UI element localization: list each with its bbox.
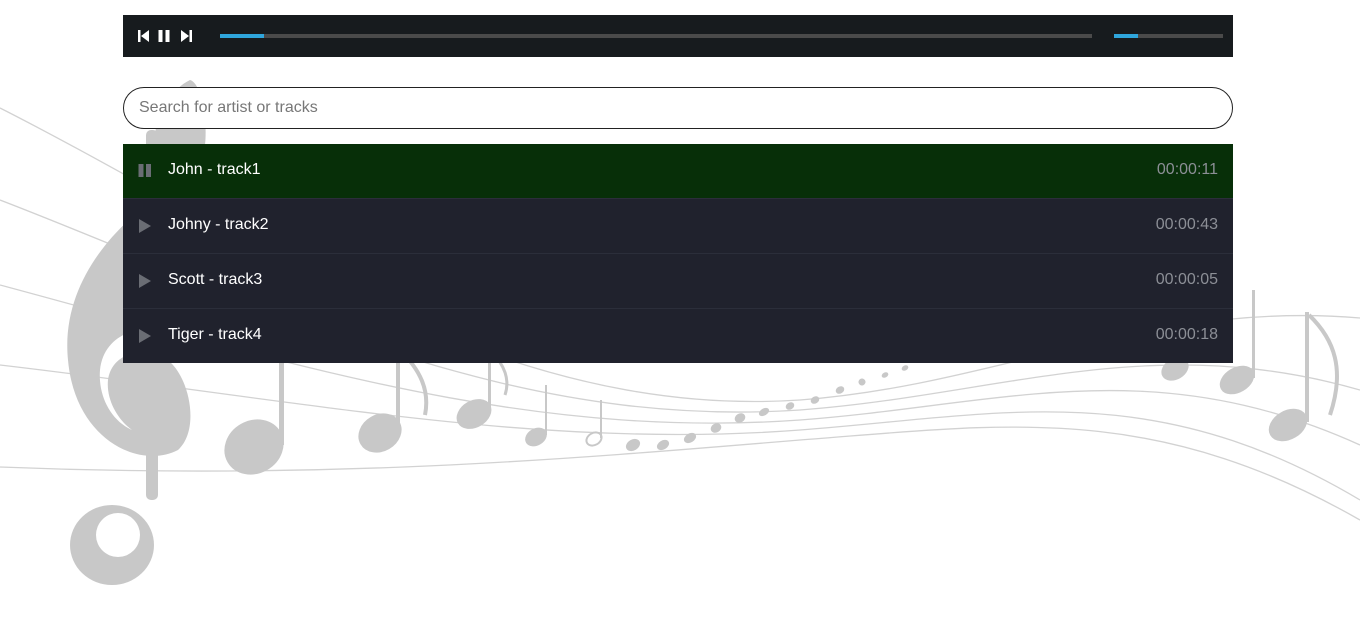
- skip-next-icon: [181, 30, 192, 42]
- track-title: John - track1: [168, 161, 261, 178]
- track-duration: 00:00:11: [1156, 161, 1218, 178]
- play-icon[interactable]: [137, 273, 153, 289]
- track-row[interactable]: Johny - track2 00:00:43: [123, 199, 1233, 254]
- pause-icon[interactable]: [137, 163, 153, 179]
- track-duration: 00:00:43: [1155, 216, 1218, 233]
- next-button[interactable]: [178, 28, 194, 44]
- track-title: Tiger - track4: [168, 326, 262, 343]
- track-duration: 00:00:18: [1155, 326, 1218, 343]
- track-list: John - track1 00:00:11 Johny - track2 00:00…: [123, 144, 1233, 363]
- track-title: Scott - track3: [168, 271, 263, 288]
- play-icon[interactable]: [137, 328, 153, 344]
- progress-slider[interactable]: [220, 34, 1092, 38]
- track-row[interactable]: Scott - track3 00:00:05: [123, 254, 1233, 309]
- track-row[interactable]: Tiger - track4 00:00:18: [123, 309, 1233, 363]
- pause-button[interactable]: [156, 28, 172, 44]
- player-app: John - track1 00:00:11 Johny - track2 00:00…: [123, 15, 1233, 363]
- search-input[interactable]: [123, 87, 1233, 129]
- volume-fill: [1114, 34, 1138, 38]
- play-icon[interactable]: [137, 218, 153, 234]
- skip-previous-icon: [138, 30, 149, 42]
- pause-icon: [158, 30, 170, 42]
- track-row[interactable]: John - track1 00:00:11: [123, 144, 1233, 199]
- progress-fill: [220, 34, 264, 38]
- player-bar: [123, 15, 1233, 57]
- previous-button[interactable]: [136, 28, 152, 44]
- track-duration: 00:00:05: [1155, 271, 1218, 288]
- track-title: Johny - track2: [168, 216, 269, 233]
- volume-slider[interactable]: [1114, 34, 1223, 38]
